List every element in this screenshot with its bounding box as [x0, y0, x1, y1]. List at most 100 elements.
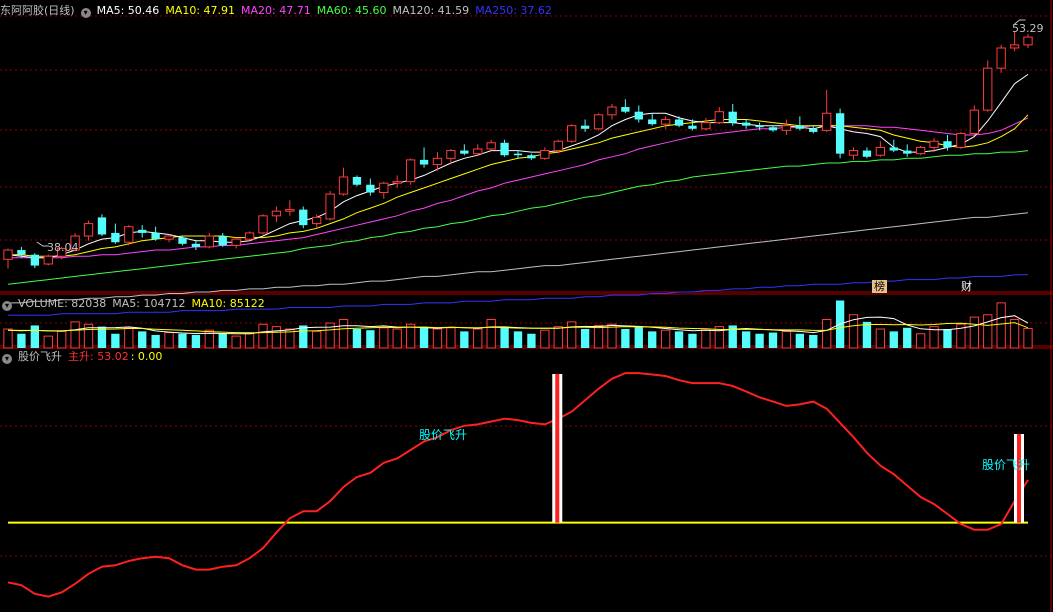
candle-body-up — [405, 159, 416, 183]
candle-body-up — [660, 118, 671, 125]
volume-bar-down — [741, 331, 751, 348]
candle-body-up — [969, 109, 979, 134]
volume-bar-up — [244, 333, 255, 349]
candle-body-down — [728, 111, 737, 123]
volume-bar-up — [271, 326, 282, 349]
candle-body-up — [822, 112, 832, 131]
candle-body-down — [299, 209, 308, 226]
volume-bar-down — [500, 326, 509, 348]
candle-body-down — [809, 128, 818, 132]
volume-bar-up — [43, 335, 53, 349]
ma-legend-ma250: MA250: 37.62 — [475, 4, 552, 17]
candle-body-up — [285, 209, 295, 212]
volume-bar-down — [527, 333, 536, 348]
candle-body-down — [862, 150, 872, 157]
volume-bar-down — [218, 333, 227, 348]
candle-body-down — [527, 155, 536, 159]
candle-body-up — [124, 226, 134, 243]
volume-bar-up — [593, 324, 604, 349]
volume-bar-down — [97, 326, 107, 348]
indicator-name: 股价飞升 — [18, 350, 62, 363]
volume-bar-up — [70, 321, 80, 349]
candle-body-up — [392, 181, 402, 184]
candle-body-up — [540, 150, 550, 159]
candle-body-up — [567, 125, 577, 142]
candle-body-down — [500, 142, 509, 156]
volume-bar-up — [607, 323, 617, 349]
volume-bar-up — [996, 302, 1006, 349]
main-rise-line — [7, 372, 1029, 598]
volume-bar-up — [3, 328, 13, 349]
ma60-line — [7, 150, 1029, 285]
candle-body-up — [781, 125, 792, 131]
candle-body-up — [446, 150, 456, 159]
candle-body-down — [30, 254, 40, 266]
volume-bar-down — [151, 334, 160, 348]
volume-bar-up — [57, 330, 67, 349]
candle-body-up — [83, 223, 94, 237]
volume-bar-up — [473, 328, 483, 349]
candle-body-up — [915, 146, 926, 155]
ma-legend-ma20: MA20: 47.71 — [241, 4, 311, 17]
volume-bar-down — [862, 321, 872, 348]
volume-bar-down — [580, 329, 590, 348]
candle-body-up — [607, 106, 617, 116]
volume-bar-down — [795, 333, 805, 348]
candle-body-up — [701, 122, 711, 130]
candle-body-up — [244, 232, 255, 240]
indicator-panel-header: ▾ 股价飞升 主升: 53.02: 0.00 — [0, 349, 168, 365]
candle-body-up — [379, 182, 389, 194]
candle-body-up — [204, 235, 214, 248]
ma-legend-ma5: MA5: 50.46 — [96, 4, 160, 17]
candle-body-down — [17, 250, 26, 255]
volume-bar-down — [755, 333, 764, 348]
volume-bar-up — [486, 319, 496, 349]
volume-bar-down — [460, 331, 469, 348]
volume-bar-up — [660, 329, 671, 349]
candle-body-down — [795, 125, 805, 129]
volume-bar-down — [513, 331, 523, 348]
event-badge-bang[interactable]: 榜 — [872, 280, 887, 293]
collapse-icon[interactable]: ▾ — [80, 8, 91, 18]
candle-body-up — [486, 142, 496, 150]
volume-bar-down — [768, 332, 778, 348]
volume-bar-down — [903, 327, 912, 348]
candle-body-up — [3, 249, 13, 260]
candle-body-up — [338, 176, 349, 195]
candle-body-down — [903, 150, 912, 154]
candle-body-up — [1023, 36, 1033, 46]
candle-body-up — [164, 235, 174, 240]
volume-bar-up — [392, 328, 402, 349]
candle-body-down — [191, 243, 201, 247]
volume-bar-up — [915, 333, 926, 349]
volume-bar-down — [17, 333, 26, 348]
candle-body-down — [151, 232, 160, 240]
volume-bar-up — [124, 327, 134, 349]
candle-body-down — [178, 237, 187, 244]
event-badge-cai[interactable]: 财 — [961, 280, 972, 293]
candle-body-down — [580, 125, 590, 129]
candle-body-down — [460, 150, 469, 154]
candle-body-up — [714, 111, 724, 124]
volume-bar-down — [943, 329, 952, 348]
indicator-zero-value: : 0.00 — [130, 350, 163, 363]
volume-collapse-icon[interactable]: ▾ — [2, 301, 12, 311]
volume-ma-lines — [7, 315, 1029, 335]
volume-bar-down — [688, 333, 697, 348]
volume-bar-up — [781, 330, 792, 349]
volume-bar-down — [352, 329, 362, 348]
candle-body-down — [352, 176, 362, 185]
indicator-collapse-icon[interactable]: ▾ — [2, 354, 12, 364]
volume-bar-down — [138, 331, 147, 348]
volume-bar-down — [419, 326, 429, 348]
candle-body-down — [218, 236, 227, 246]
volume-bar-down — [299, 325, 308, 348]
candle-body-down — [741, 122, 751, 126]
candle-body-up — [593, 114, 604, 130]
ma-legend-ma10: MA10: 47.91 — [165, 4, 236, 17]
volume-panel-header: ▾ VOLUME: 82038 MA5: 104712 MA10: 85122 — [0, 296, 271, 312]
volume-bar-up — [540, 329, 550, 349]
volume-bar-down — [111, 333, 120, 348]
candle-body-down — [621, 107, 630, 112]
ma-legend-ma120: MA120: 41.59 — [392, 4, 470, 17]
